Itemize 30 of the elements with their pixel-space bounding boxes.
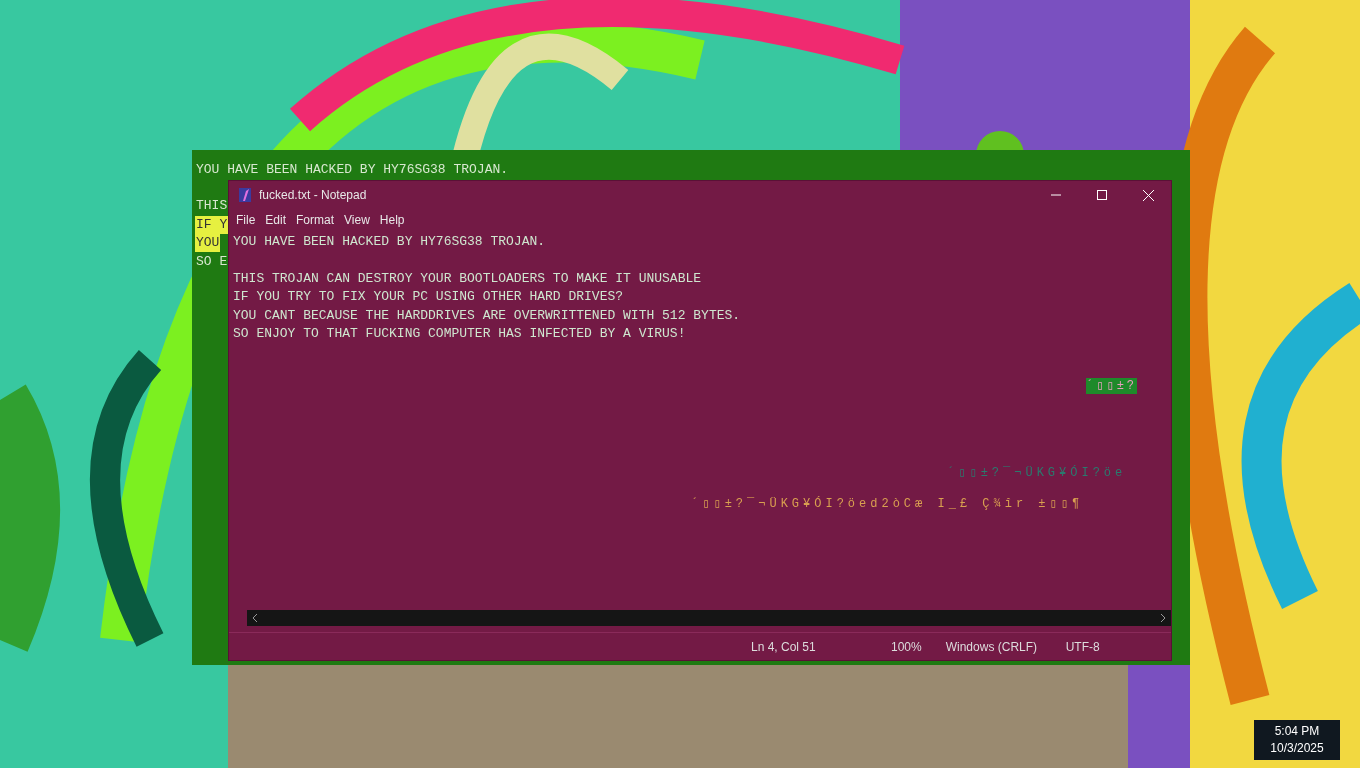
maximize-icon [1097, 190, 1107, 200]
glitch-text: ´▯▯±? [1086, 378, 1138, 394]
menu-item[interactable]: Format [293, 211, 342, 229]
glitch-text: ´▯▯±?¯¬ÜKG¥ÓI?öe [947, 465, 1127, 481]
glitch-text: ´▯▯±?¯¬ÜKG¥ÓI?öed2òCæ I_£ Ç¾îr ±▯▯¶ [691, 496, 1084, 512]
clock-date: 10/3/2025 [1269, 740, 1325, 757]
cursor-position: Ln 4, Col 51 [750, 638, 817, 656]
console-text: YOU HAVE BEEN HACKED BY HY76SG38 TROJAN. [196, 161, 509, 179]
console-text: SO E [195, 252, 229, 271]
menu-item[interactable]: Edit [262, 211, 294, 229]
console-text: THIS [195, 197, 229, 215]
horizontal-scrollbar[interactable] [247, 610, 1171, 626]
text-line: YOU CANT BECAUSE THE HARDDRIVES ARE OVERWRITTENED WITH 512 BYTES. [233, 306, 742, 325]
menu-item[interactable]: Help [376, 211, 412, 229]
clock-time: 5:04 PM [1273, 723, 1321, 740]
encoding: UTF-8 [1064, 638, 1101, 656]
menu-item[interactable]: File [233, 211, 263, 229]
text-line: YOU HAVE BEEN HACKED BY HY76SG38 TROJAN. [233, 233, 547, 251]
line-ending: Windows (CRLF) [944, 638, 1039, 656]
window-title: fucked.txt - Notepad [259, 187, 367, 204]
console-text: IF Y [195, 215, 229, 234]
zoom-level: 100% [890, 638, 923, 656]
close-icon [1142, 189, 1154, 201]
menu-item[interactable]: View [341, 211, 377, 229]
text-line: IF YOU TRY TO FIX YOUR PC USING OTHER HARD DRIVES? [233, 288, 625, 307]
taskbar-clock[interactable]: 5:04 PM 10/3/2025 [1254, 720, 1340, 760]
console-text: YOU [195, 234, 221, 252]
notepad-icon [237, 187, 253, 203]
text-line: THIS TROJAN CAN DESTROY YOUR BOOTLOADERS TO MAKE IT UNUSABLE [233, 269, 703, 288]
text-line: SO ENJOY TO THAT FUCKING COMPUTER HAS INFECTED BY A VIRUS! [233, 325, 687, 343]
